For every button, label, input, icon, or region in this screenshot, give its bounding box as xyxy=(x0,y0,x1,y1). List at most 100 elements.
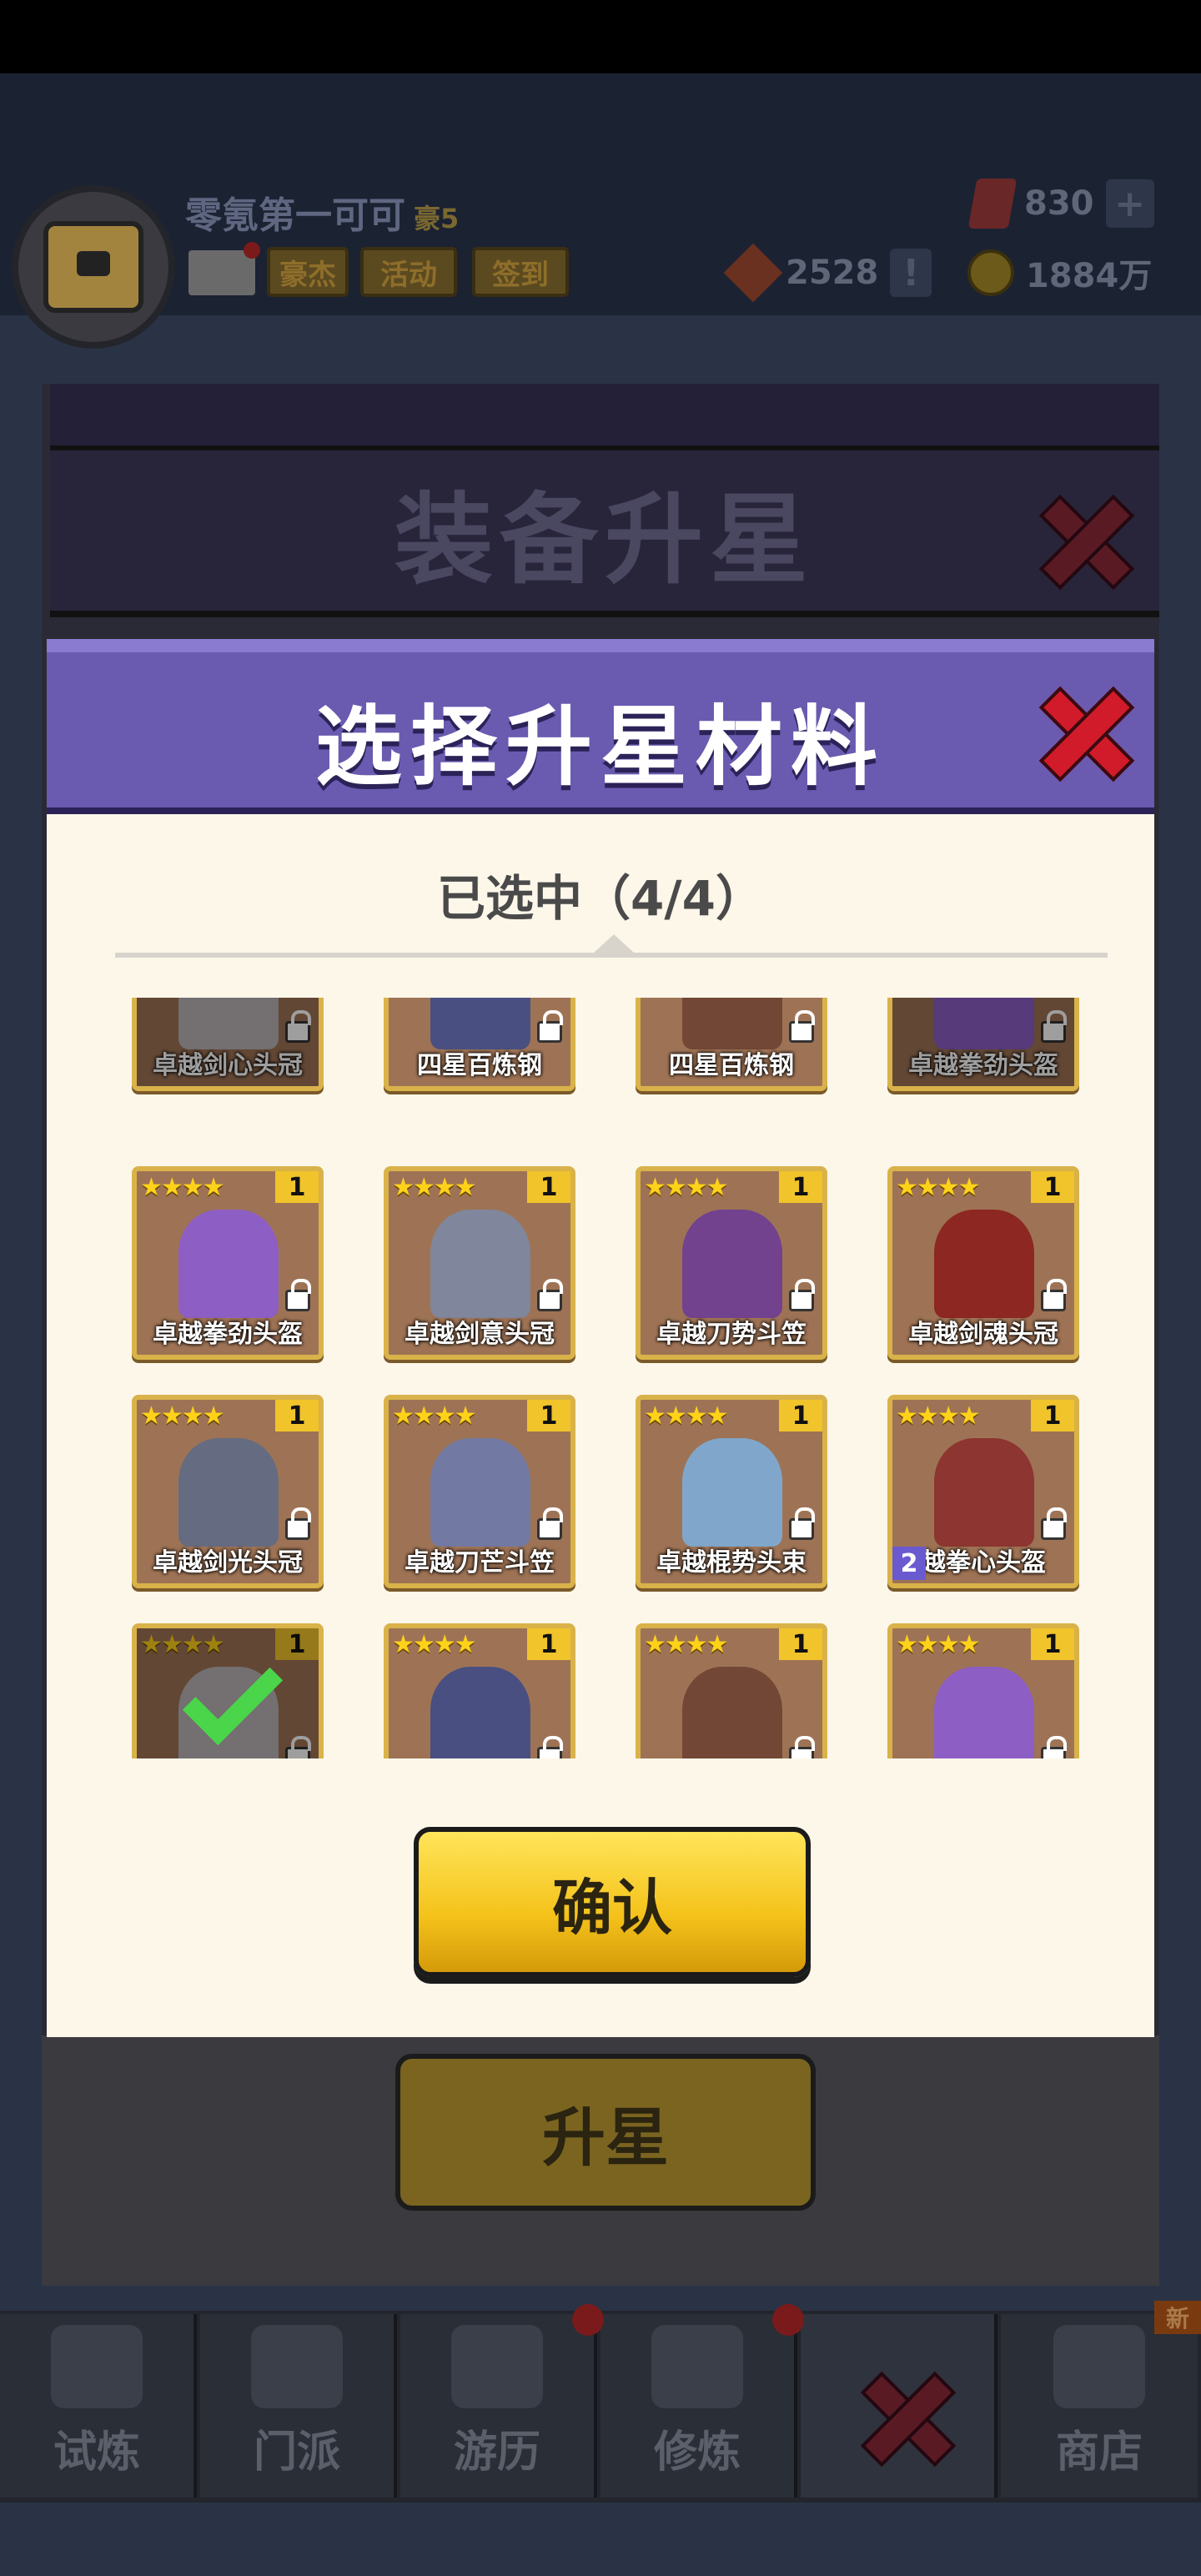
token-counter: 2528! xyxy=(723,243,932,303)
gem-icon xyxy=(967,179,1018,229)
material-card[interactable]: ★★★★ 1 越拳心头盔 2 xyxy=(887,1395,1079,1588)
item-count: 1 xyxy=(779,1171,822,1203)
star-rating: ★★★★ xyxy=(896,1401,981,1431)
mountain-icon xyxy=(451,2325,543,2408)
star-rating: ★★★★ xyxy=(896,1630,981,1659)
item-count: 1 xyxy=(1031,1400,1074,1431)
lock-icon xyxy=(789,1279,815,1311)
star-rating: ★★★★ xyxy=(140,1630,225,1659)
player-avatar[interactable] xyxy=(12,185,175,349)
nav-trial[interactable]: 试炼 xyxy=(0,2314,197,2498)
vip-level: 豪5 xyxy=(414,203,460,234)
equipment-icon xyxy=(682,1438,782,1547)
chest-avatar-icon xyxy=(43,221,143,313)
material-card[interactable]: ★★★★ 1 xyxy=(132,1623,324,1758)
shop-new-badge: 新 xyxy=(1154,2301,1201,2334)
material-grid: ★★★★1卓越剑心头冠技能提升四星百炼钢 四星百炼钢 ★★★★ 1 卓越拳劲头盔 ★★★★… xyxy=(117,998,1101,1758)
gem-counter: 830 + xyxy=(967,179,1154,229)
material-card[interactable]: ★★★★ 1 xyxy=(887,1623,1079,1758)
equipment-icon xyxy=(934,1210,1034,1318)
star-rating: ★★★★ xyxy=(644,1401,729,1431)
nav-sect[interactable]: 门派 xyxy=(200,2314,397,2498)
nav-training-notification-dot xyxy=(772,2304,804,2336)
confirm-button[interactable]: 确认 xyxy=(414,1827,811,1977)
star-rating: ★★★★ xyxy=(896,1173,981,1202)
material-card[interactable]: ★★★★ 1 卓越刀势斗笠 xyxy=(636,1166,827,1360)
lock-icon xyxy=(537,1736,563,1758)
equipment-icon xyxy=(430,1210,530,1318)
item-name: 卓越刀芒斗笠 xyxy=(405,1548,555,1577)
lock-icon xyxy=(537,1279,563,1311)
material-card[interactable]: ★★★★ 1 卓越棍势头束 xyxy=(636,1395,827,1588)
nav-training[interactable]: 修炼 xyxy=(600,2314,797,2498)
equipment-icon xyxy=(178,1210,279,1318)
star-rating: ★★★★ xyxy=(140,1401,225,1431)
material-card[interactable]: ★★★★ 1 卓越刀芒斗笠 xyxy=(384,1395,575,1588)
material-card[interactable]: ★★★★ 1 卓越剑魂头冠 xyxy=(887,1166,1079,1360)
item-name: 卓越剑光头冠 xyxy=(153,1548,303,1577)
item-name: 卓越剑魂头冠 xyxy=(908,1320,1058,1349)
checkin-button[interactable]: 签到 xyxy=(472,247,569,297)
ninja-icon xyxy=(51,2325,143,2408)
item-count: 1 xyxy=(1031,1171,1074,1203)
material-card[interactable]: ★★★★ 1 xyxy=(636,1623,827,1758)
book-icon xyxy=(651,2325,743,2408)
item-count: 1 xyxy=(275,1628,319,1660)
item-count: 1 xyxy=(275,1400,319,1431)
equipment-icon xyxy=(430,1667,530,1758)
heroes-button[interactable]: 豪杰 xyxy=(267,247,349,297)
lock-icon xyxy=(285,1279,311,1311)
star-rating: ★★★★ xyxy=(644,1173,729,1202)
equipment-icon xyxy=(934,1667,1034,1758)
lock-icon xyxy=(789,1507,815,1540)
material-card[interactable]: ★★★★ 1 卓越剑意头冠 xyxy=(384,1166,575,1360)
item-count: 1 xyxy=(1031,1628,1074,1660)
lock-icon xyxy=(789,1736,815,1758)
material-card[interactable]: ★★★★ 1 卓越拳劲头盔 xyxy=(132,1166,324,1360)
item-count: 1 xyxy=(527,1171,570,1203)
events-button[interactable]: 活动 xyxy=(360,247,457,297)
token-info-button[interactable]: ! xyxy=(890,249,932,297)
material-card[interactable]: ★★★★ 1 卓越剑光头冠 xyxy=(132,1395,324,1588)
material-card[interactable]: ★★★★1卓越拳劲头盔 xyxy=(887,998,1079,1091)
item-name: 卓越棍势头束 xyxy=(656,1548,807,1577)
star-rating: ★★★★ xyxy=(392,1630,477,1659)
token-icon xyxy=(723,243,783,303)
nav-close-icon[interactable] xyxy=(859,2369,951,2461)
item-name: 卓越剑意头冠 xyxy=(405,1320,555,1349)
equipment-panel-header-back xyxy=(50,384,1159,450)
equipment-icon xyxy=(178,998,279,1049)
lock-icon xyxy=(1041,1010,1067,1043)
check-icon xyxy=(182,1644,284,1746)
lock-icon xyxy=(1041,1736,1067,1758)
nav-shop[interactable]: 商店 xyxy=(1001,2314,1198,2498)
lock-icon xyxy=(1041,1507,1067,1540)
item-name: 卓越拳劲头盔 xyxy=(153,1320,303,1349)
star-rating: ★★★★ xyxy=(140,1173,225,1202)
shop-icon xyxy=(1053,2325,1145,2408)
nav-travel-notification-dot xyxy=(572,2304,604,2336)
material-card[interactable]: 四星百炼钢 xyxy=(636,998,827,1091)
add-gems-button[interactable]: + xyxy=(1105,179,1154,228)
equipment-icon xyxy=(934,998,1034,1049)
close-dialog-icon[interactable] xyxy=(1038,684,1129,776)
item-name: 卓越剑心头冠 xyxy=(153,1051,303,1080)
star-rating: ★★★★ xyxy=(392,1401,477,1431)
equipment-icon xyxy=(934,1438,1034,1547)
material-card[interactable]: ★★★★1卓越剑心头冠技能提升 xyxy=(132,998,324,1091)
lock-icon xyxy=(285,1736,311,1758)
material-card[interactable]: ★★★★ 1 xyxy=(384,1623,575,1758)
item-count: 1 xyxy=(275,1171,319,1203)
equipment-icon xyxy=(430,998,530,1049)
item-name: 四星百炼钢 xyxy=(417,1051,542,1080)
mail-icon[interactable] xyxy=(188,242,260,295)
item-count: 1 xyxy=(527,1400,570,1431)
star-rating: ★★★★ xyxy=(392,1173,477,1202)
star-rating: ★★★★ xyxy=(644,1630,729,1659)
nav-travel[interactable]: 游历 xyxy=(400,2314,597,2498)
material-card[interactable]: 四星百炼钢 xyxy=(384,998,575,1091)
selected-count: 已选中（4/4） xyxy=(437,870,764,927)
lock-icon xyxy=(537,1507,563,1540)
close-upgrade-panel-icon[interactable] xyxy=(1038,492,1129,584)
upgrade-star-button[interactable]: 升星 xyxy=(395,2054,816,2211)
